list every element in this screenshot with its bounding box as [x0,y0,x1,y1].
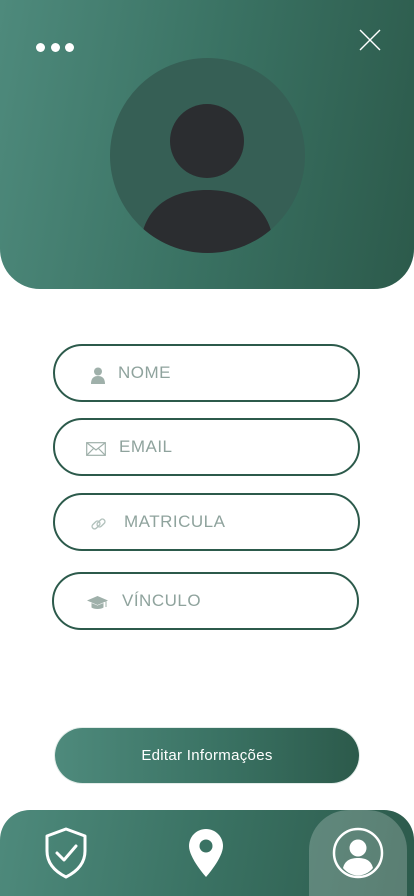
avatar[interactable] [110,58,305,253]
user-avatar-icon [140,104,274,253]
nav-item-map[interactable] [176,810,236,896]
nav-item-security[interactable] [36,810,96,896]
profile-header [0,0,414,289]
bottom-nav [0,810,414,896]
affiliation-field[interactable]: VÍNCULO [52,572,359,630]
shield-check-icon [45,827,87,879]
registration-field[interactable]: MATRICULA [53,493,360,551]
profile-icon [332,827,384,879]
envelope-icon [85,440,107,458]
profile-screen: NOME EMAIL MATRICULA VÍNCULO Editar Info… [0,0,414,896]
email-field-label: EMAIL [119,437,173,456]
close-icon [359,29,381,51]
edit-info-button[interactable]: Editar Informações [55,728,359,783]
link-icon [89,515,107,533]
more-icon-dot [50,42,60,52]
name-field-label: NOME [118,363,171,382]
more-options-button[interactable] [36,36,74,58]
graduation-cap-icon [86,593,108,613]
more-icon-dot [36,42,45,52]
affiliation-field-label: VÍNCULO [122,591,202,610]
user-icon [89,366,107,384]
nav-item-profile[interactable] [309,810,407,896]
close-button[interactable] [356,26,384,54]
name-field[interactable]: NOME [53,344,360,402]
more-icon-dot [65,42,74,52]
map-pin-icon [189,829,223,877]
registration-field-label: MATRICULA [124,512,226,531]
email-field[interactable]: EMAIL [53,418,360,476]
